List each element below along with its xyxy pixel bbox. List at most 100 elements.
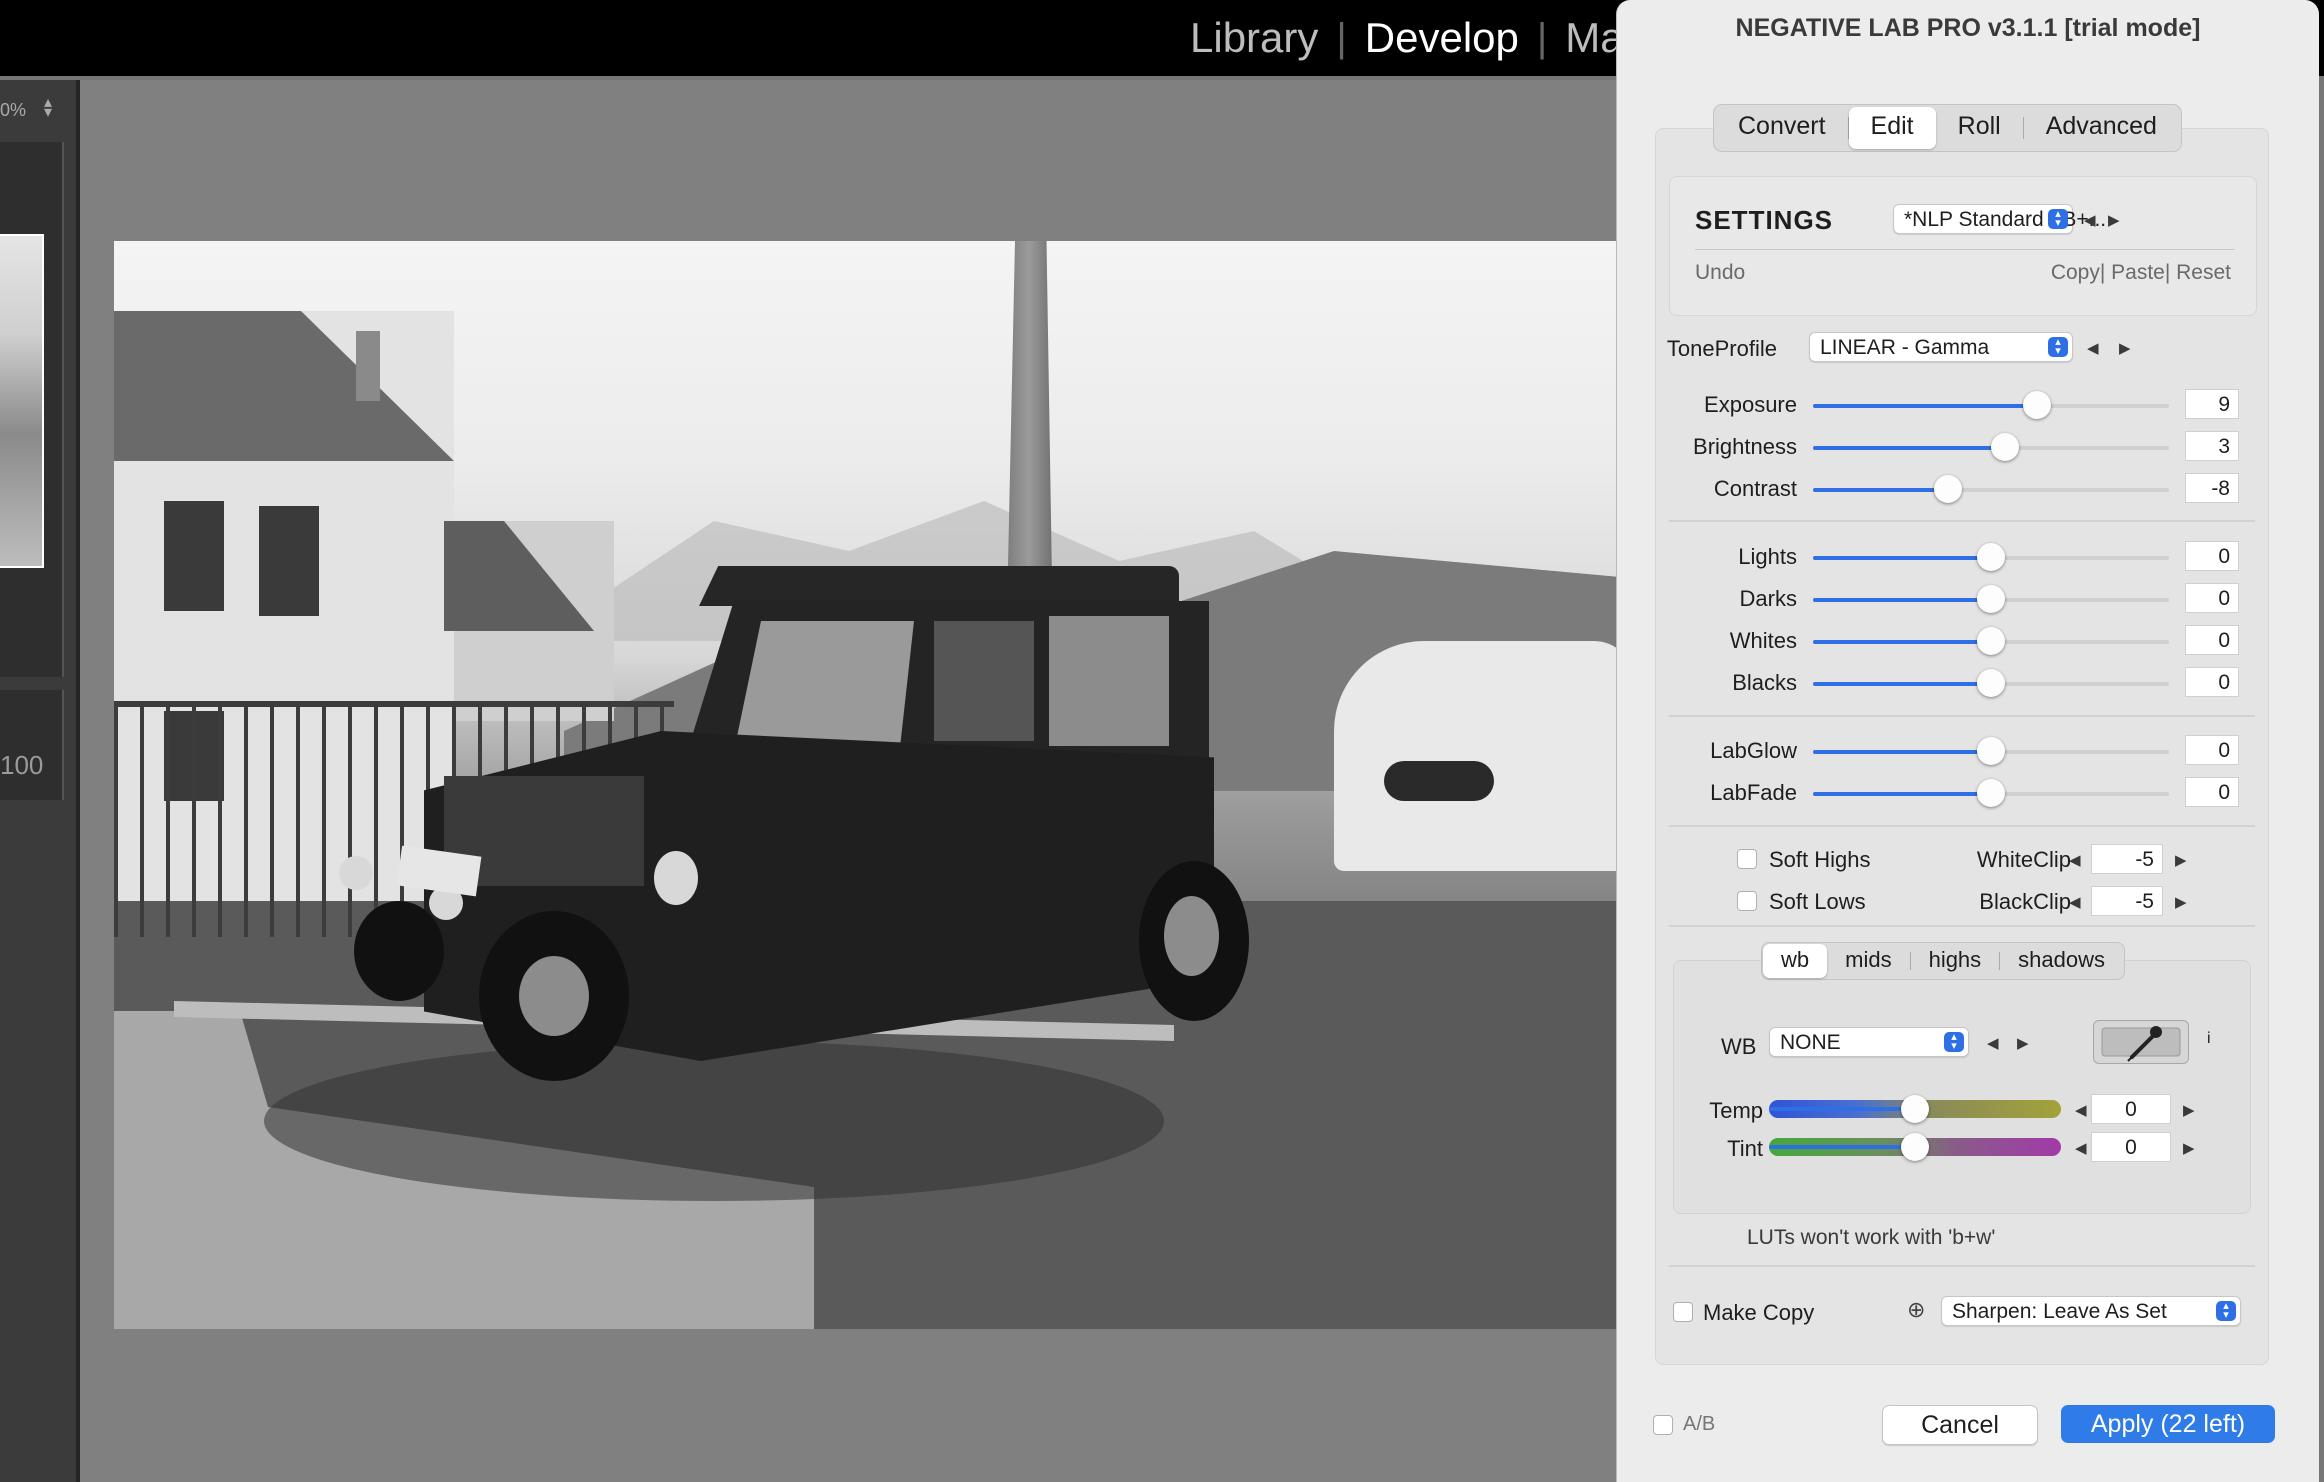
slider-value-darks[interactable]: 0	[2185, 583, 2239, 613]
slider-value-contrast[interactable]: -8	[2185, 473, 2239, 503]
module-map[interactable]: Ma	[1565, 14, 1623, 62]
tab-wb[interactable]: wb	[1763, 944, 1828, 978]
slider-value-exposure[interactable]: 9	[2185, 389, 2239, 419]
wb-select[interactable]: NONE ▴ ▾	[1769, 1027, 1969, 1057]
tab-highs[interactable]: highs	[1911, 944, 2000, 978]
slider-darks[interactable]	[1813, 585, 2169, 613]
photo-jeep-rear-window	[1049, 616, 1169, 746]
slider-labglow[interactable]	[1813, 737, 2169, 765]
sharpen-select[interactable]: Sharpen: Leave As Set ▴ ▾	[1941, 1296, 2241, 1326]
tone-profile-label: ToneProfile	[1666, 336, 1777, 361]
apply-button[interactable]: Apply (22 left)	[2061, 1405, 2275, 1443]
slider-knob[interactable]	[1977, 737, 2005, 765]
cancel-button[interactable]: Cancel	[1882, 1405, 2038, 1445]
slider-whites[interactable]	[1813, 627, 2169, 655]
left-panel: 0% ▴ ▾ 100	[0, 80, 76, 1482]
slider-knob[interactable]	[1977, 543, 2005, 571]
slider-label-lights: Lights	[1738, 544, 1797, 569]
soft-lows-checkbox[interactable]	[1737, 891, 1757, 911]
left-panel-value: 100	[0, 750, 44, 780]
slider-knob[interactable]	[1977, 779, 2005, 807]
slider-knob[interactable]	[1977, 669, 2005, 697]
slider-lights[interactable]	[1813, 543, 2169, 571]
slider-brightness[interactable]	[1813, 433, 2169, 461]
ab-checkbox[interactable]	[1653, 1415, 1673, 1435]
temp-decrement-icon[interactable]: ◀	[2075, 1101, 2087, 1119]
slider-label-darks: Darks	[1739, 586, 1797, 611]
ab-label: A/B	[1683, 1413, 1716, 1435]
slider-labfade[interactable]	[1813, 779, 2169, 807]
navigator-thumbnail[interactable]	[0, 234, 44, 568]
temp-field[interactable]: 0	[2091, 1094, 2171, 1124]
black-clip-decrement-icon[interactable]: ◀	[2069, 893, 2081, 911]
tint-slider-knob[interactable]	[1901, 1133, 1929, 1161]
undo-button[interactable]: Undo	[1695, 261, 1745, 285]
divider	[1669, 1265, 2255, 1267]
tint-field[interactable]: 0	[2091, 1132, 2171, 1162]
white-clip-increment-icon[interactable]: ▶	[2175, 851, 2187, 869]
slider-contrast[interactable]	[1813, 475, 2169, 503]
make-copy-checkbox[interactable]	[1673, 1302, 1693, 1322]
module-library[interactable]: Library	[1190, 14, 1318, 62]
tab-roll[interactable]: Roll	[1936, 107, 2023, 149]
tone-profile-prev-arrow-icon[interactable]: ◀	[2087, 339, 2099, 357]
slider-value-lights[interactable]: 0	[2185, 541, 2239, 571]
preset-next-arrow-icon[interactable]: ▶	[2108, 211, 2120, 229]
wb-next-arrow-icon[interactable]: ▶	[2017, 1034, 2029, 1052]
tint-increment-icon[interactable]: ▶	[2183, 1139, 2195, 1157]
slider-exposure[interactable]	[1813, 391, 2169, 419]
preset-prev-arrow-icon[interactable]: ◀	[2084, 211, 2096, 229]
left-subpanel	[0, 690, 64, 800]
wb-label: WB	[1721, 1034, 1757, 1059]
photo-jeep-headlight	[654, 851, 698, 905]
tint-label: Tint	[1727, 1136, 1763, 1161]
info-icon[interactable]: i	[2207, 1030, 2211, 1048]
temp-slider[interactable]	[1769, 1095, 2061, 1123]
black-clip-field[interactable]: -5	[2091, 886, 2163, 916]
tab-edit[interactable]: Edit	[1848, 107, 1936, 149]
wb-picker-button[interactable]	[2093, 1020, 2189, 1064]
slider-value-blacks[interactable]: 0	[2185, 667, 2239, 697]
slider-value-labfade[interactable]: 0	[2185, 777, 2239, 807]
slider-value-brightness[interactable]: 3	[2185, 431, 2239, 461]
photo-jeep-hub	[519, 956, 589, 1036]
slider-knob[interactable]	[1977, 585, 2005, 613]
tab-advanced[interactable]: Advanced	[2024, 107, 2179, 149]
tint-decrement-icon[interactable]: ◀	[2075, 1139, 2087, 1157]
soft-highs-checkbox[interactable]	[1737, 849, 1757, 869]
slider-fill	[1813, 404, 2038, 408]
settings-heading: SETTINGS	[1695, 205, 1834, 235]
slider-blacks[interactable]	[1813, 669, 2169, 697]
color-tab-bar: wb mids highs shadows	[1761, 942, 2126, 980]
eyedropper-icon	[2101, 1026, 2181, 1062]
zoom-level[interactable]: 0%	[0, 100, 26, 121]
add-circle-icon[interactable]: ⊕	[1907, 1297, 1925, 1323]
photo-preview[interactable]	[114, 241, 1620, 1329]
preset-select[interactable]: *NLP Standard - B+... ▴ ▾	[1893, 204, 2106, 234]
slider-label-blacks: Blacks	[1732, 670, 1797, 695]
slider-fill	[1813, 640, 1991, 644]
tone-profile-select[interactable]: LINEAR - Gamma ▴ ▾	[1809, 332, 2073, 362]
slider-value-labglow[interactable]: 0	[2185, 735, 2239, 765]
tint-slider[interactable]	[1769, 1133, 2061, 1161]
white-clip-field[interactable]: -5	[2091, 844, 2163, 874]
slider-fill	[1813, 682, 1991, 686]
temp-increment-icon[interactable]: ▶	[2183, 1101, 2195, 1119]
tab-shadows[interactable]: shadows	[2000, 944, 2123, 978]
black-clip-increment-icon[interactable]: ▶	[2175, 893, 2187, 911]
wb-prev-arrow-icon[interactable]: ◀	[1987, 1034, 1999, 1052]
module-develop[interactable]: Develop	[1365, 14, 1519, 62]
temp-slider-fill	[1769, 1107, 1915, 1111]
slider-knob[interactable]	[1977, 627, 2005, 655]
tab-convert[interactable]: Convert	[1716, 107, 1848, 149]
slider-value-whites[interactable]: 0	[2185, 625, 2239, 655]
zoom-stepper-icon[interactable]: ▴ ▾	[44, 95, 52, 121]
tint-slider-fill	[1769, 1145, 1915, 1149]
copy-paste-reset-links[interactable]: Copy| Paste| Reset	[2051, 261, 2231, 285]
white-clip-decrement-icon[interactable]: ◀	[2069, 851, 2081, 869]
temp-slider-knob[interactable]	[1901, 1095, 1929, 1123]
module-picker: Library | Develop | Ma	[1190, 0, 1624, 76]
tone-profile-next-arrow-icon[interactable]: ▶	[2119, 339, 2131, 357]
photo-white-car	[1334, 641, 1620, 871]
tab-mids[interactable]: mids	[1827, 944, 1909, 978]
